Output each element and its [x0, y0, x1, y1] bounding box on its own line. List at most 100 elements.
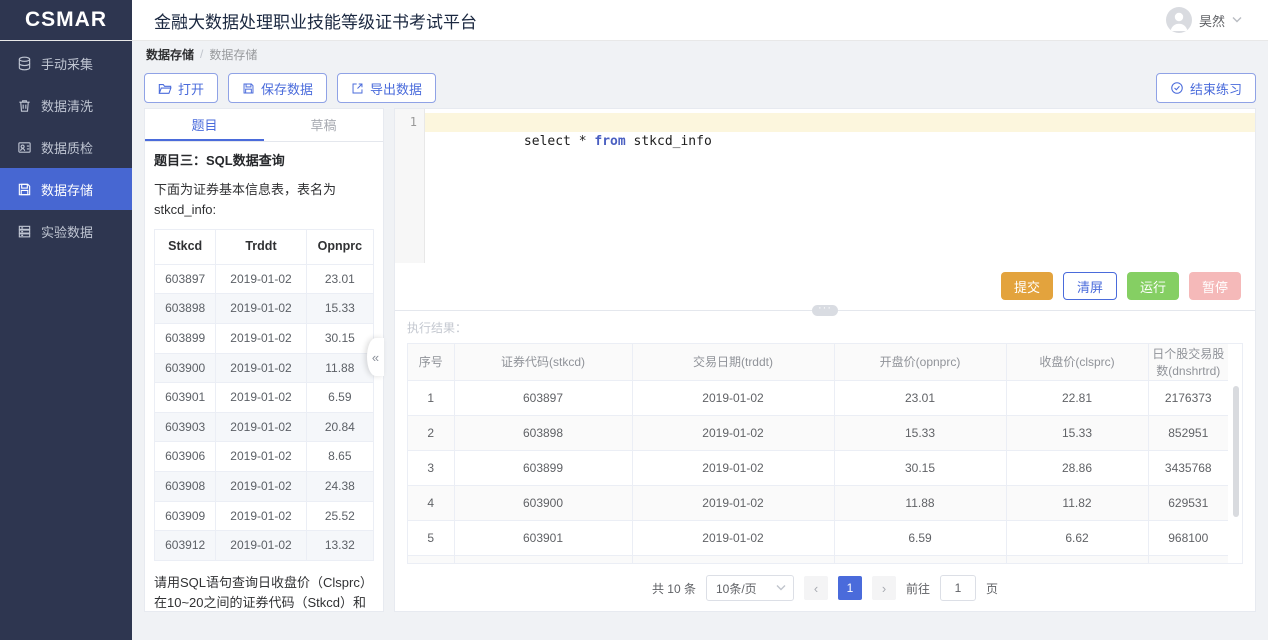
server-icon [17, 224, 32, 239]
table-row: 6038992019-01-0230.15 [155, 323, 374, 353]
editor-code-area[interactable]: select * from stkcd_info [425, 109, 1255, 263]
sidebar-nav: 手动采集 数据清洗 数据质检 数据存储 实验数据 [0, 40, 132, 640]
results-table: 序号 证券代码(stkcd) 交易日期(trddt) 开盘价(opnprc) 收… [408, 344, 1228, 564]
table-cell: 13.32 [306, 531, 373, 561]
table-cell: 30.15 [834, 450, 1006, 485]
save-icon [242, 82, 255, 95]
page-title: 金融大数据处理职业技能等级证书考试平台 [132, 8, 1166, 33]
table-cell: 603898 [155, 294, 216, 324]
export-data-button[interactable]: 导出数据 [337, 73, 436, 103]
finish-practice-button[interactable]: 结束练习 [1156, 73, 1256, 103]
sidebar-item-experiment-data[interactable]: 实验数据 [0, 210, 132, 252]
table-cell: 603899 [155, 323, 216, 353]
submit-button[interactable]: 提交 [1001, 272, 1053, 300]
question-panel: 题目 草稿 题目三：SQL数据查询 下面为证券基本信息表，表名为stkcd_in… [144, 108, 384, 612]
sidebar-item-data-clean[interactable]: 数据清洗 [0, 84, 132, 126]
main-area: 数据存储 / 数据存储 打开 保存数据 导出数据 结束练习 [132, 40, 1268, 640]
collapse-panel-button[interactable]: « [367, 338, 384, 376]
run-button[interactable]: 运行 [1127, 272, 1179, 300]
table-cell: 11.88 [306, 353, 373, 383]
goto-page-input[interactable] [940, 575, 976, 601]
column-header: 序号 [408, 344, 454, 380]
table-cell: 603903 [454, 555, 632, 564]
folder-open-icon [158, 82, 172, 95]
table-cell: 20.84 [834, 555, 1006, 564]
sidebar-item-data-storage[interactable]: 数据存储 [0, 168, 132, 210]
save-data-button-label: 保存数据 [261, 79, 313, 98]
prev-page-button[interactable]: ‹ [804, 576, 828, 600]
table-header-row: 序号 证券代码(stkcd) 交易日期(trddt) 开盘价(opnprc) 收… [408, 344, 1228, 380]
table-row: 6038982019-01-0215.33 [155, 294, 374, 324]
table-cell: 2019-01-02 [632, 450, 834, 485]
table-row: 56039012019-01-026.596.62968100 [408, 520, 1228, 555]
tab-question[interactable]: 题目 [145, 109, 264, 141]
table-cell: 603908 [155, 471, 216, 501]
table-cell: 28.86 [1006, 450, 1148, 485]
finish-practice-label: 结束练习 [1190, 79, 1242, 98]
column-header: Stkcd [155, 230, 216, 264]
table-row: 36038992019-01-0230.1528.863435768 [408, 450, 1228, 485]
table-cell: 2019-01-02 [216, 471, 306, 501]
table-cell: 603897 [155, 264, 216, 294]
sidebar-item-data-qc[interactable]: 数据质检 [0, 126, 132, 168]
sql-text: select * [524, 134, 594, 149]
table-cell: 629531 [1148, 485, 1228, 520]
sidebar-item-manual-collect[interactable]: 手动采集 [0, 42, 132, 84]
table-cell: 603900 [155, 353, 216, 383]
table-cell: 2019-01-02 [216, 264, 306, 294]
next-page-button[interactable]: › [872, 576, 896, 600]
vertical-scrollbar[interactable] [1233, 386, 1239, 517]
table-cell: 20.15 [1006, 555, 1148, 564]
chevron-down-icon [776, 583, 786, 594]
open-button-label: 打开 [178, 79, 204, 98]
table-cell: 2019-01-02 [216, 323, 306, 353]
table-cell: 11.82 [1006, 485, 1148, 520]
table-row: 16038972019-01-0223.0122.812176373 [408, 380, 1228, 415]
line-number: 1 [395, 113, 417, 132]
table-row: 26038982019-01-0215.3315.33852951 [408, 415, 1228, 450]
content-row: 题目 草稿 题目三：SQL数据查询 下面为证券基本信息表，表名为stkcd_in… [132, 108, 1268, 612]
table-cell: 603909 [155, 501, 216, 531]
total-count: 共 10 条 [652, 580, 696, 597]
open-button[interactable]: 打开 [144, 73, 218, 103]
table-cell: 6.59 [306, 383, 373, 413]
tab-draft[interactable]: 草稿 [264, 109, 383, 141]
table-cell: 2019-01-02 [632, 520, 834, 555]
splitter-drag-handle[interactable]: ··· [812, 305, 838, 316]
code-line[interactable]: select * from stkcd_info [425, 113, 1255, 132]
table-cell: 24.38 [306, 471, 373, 501]
goto-suffix: 页 [986, 580, 998, 597]
table-cell: 20.84 [306, 412, 373, 442]
table-cell: 22.81 [1006, 380, 1148, 415]
question-tabs: 题目 草稿 [145, 109, 383, 142]
trash-icon [17, 98, 32, 113]
question-intro: 下面为证券基本信息表，表名为stkcd_info: [154, 180, 374, 220]
table-cell: 603903 [155, 412, 216, 442]
chevron-down-icon [1232, 15, 1242, 26]
work-panel: 1 select * from stkcd_info 提交 清屏 运行 暂停 ·… [394, 108, 1256, 612]
sql-keyword: from [594, 134, 625, 149]
table-cell: 603898 [454, 415, 632, 450]
page-size-select[interactable]: 10条/页 [706, 575, 794, 601]
pause-button[interactable]: 暂停 [1189, 272, 1241, 300]
table-cell: 15.33 [834, 415, 1006, 450]
table-row: 6038972019-01-0223.01 [155, 264, 374, 294]
save-data-button[interactable]: 保存数据 [228, 73, 327, 103]
table-cell: 2019-01-02 [216, 294, 306, 324]
question-body: 题目三：SQL数据查询 下面为证券基本信息表，表名为stkcd_info: St… [145, 142, 383, 611]
table-cell: 968100 [1148, 520, 1228, 555]
table-cell: 852951 [1148, 415, 1228, 450]
user-menu[interactable]: 昊然 [1166, 7, 1268, 33]
table-cell: 4 [408, 485, 454, 520]
save-icon [17, 182, 32, 197]
sql-editor[interactable]: 1 select * from stkcd_info [395, 109, 1255, 263]
table-cell: 2019-01-02 [632, 415, 834, 450]
table-cell: 603912 [155, 531, 216, 561]
clear-screen-button[interactable]: 清屏 [1063, 272, 1117, 300]
breadcrumb-item[interactable]: 数据存储 [146, 46, 194, 63]
table-row: 6039122019-01-0213.32 [155, 531, 374, 561]
breadcrumb-item-current: 数据存储 [209, 46, 257, 63]
column-header: 交易日期(trddt) [632, 344, 834, 380]
page-number-active[interactable]: 1 [838, 576, 862, 600]
csmar-logo: CSMAR [0, 0, 132, 40]
